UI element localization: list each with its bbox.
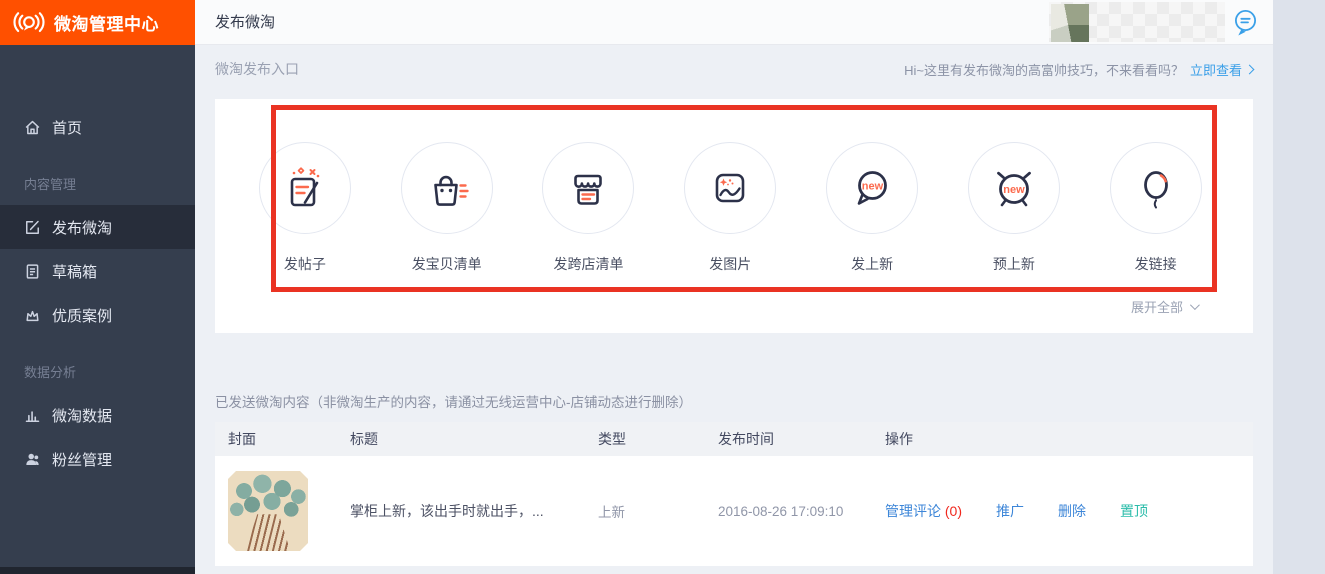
publish-panel-title: 微淘发布入口 bbox=[215, 59, 299, 79]
avatar[interactable] bbox=[1051, 4, 1089, 42]
sent-content-table: 封面 标题 类型 发布时间 操作 掌柜上新，该出手时就出手，... 上新 201… bbox=[215, 422, 1253, 566]
sidebar-item-label: 微淘数据 bbox=[52, 405, 112, 426]
entry-link[interactable]: 发链接 bbox=[1085, 142, 1227, 274]
sent-section-title: 已发送微淘内容（非微淘生产的内容，请通过无线运营中心-店铺动态进行删除） bbox=[215, 391, 1253, 409]
delete-link[interactable]: 删除 bbox=[1058, 501, 1086, 521]
entry-image[interactable]: 发图片 bbox=[659, 142, 801, 274]
entry-label: 发图片 bbox=[709, 254, 751, 274]
image-icon bbox=[684, 142, 776, 234]
page-title: 发布微淘 bbox=[215, 0, 275, 45]
edit-icon bbox=[24, 219, 41, 236]
bar-chart-icon bbox=[24, 407, 41, 424]
sidebar-item-home[interactable]: 首页 bbox=[0, 105, 195, 149]
brand-name: 微淘管理中心 bbox=[54, 10, 159, 35]
entry-cross-shop-list[interactable]: 发跨店清单 bbox=[518, 142, 660, 274]
header-type: 类型 bbox=[598, 429, 718, 449]
pin-top-link[interactable]: 置顶 bbox=[1120, 501, 1148, 521]
row-type: 上新 bbox=[598, 501, 718, 521]
sidebar-item-fans[interactable]: 粉丝管理 bbox=[0, 437, 195, 481]
entry-new-arrival[interactable]: new 发上新 bbox=[801, 142, 943, 274]
header-cover: 封面 bbox=[228, 429, 350, 449]
brand-logo[interactable]: 微淘管理中心 bbox=[0, 0, 195, 45]
entry-label: 发上新 bbox=[851, 254, 893, 274]
manage-comments-link[interactable]: 管理评论 (0) bbox=[885, 501, 962, 521]
publish-tip: Hi~这里有发布微淘的高富帅技巧，不来看看吗？ 立即查看 bbox=[904, 60, 1253, 79]
balloon-icon bbox=[1110, 142, 1202, 234]
row-title: 掌柜上新，该出手时就出手，... bbox=[350, 501, 598, 521]
new-badge-text: new bbox=[1003, 184, 1025, 196]
sidebar-item-label: 优质案例 bbox=[52, 305, 112, 326]
chevron-right-icon bbox=[1245, 65, 1255, 75]
publish-panel-head: 微淘发布入口 Hi~这里有发布微淘的高富帅技巧，不来看看吗？ 立即查看 bbox=[195, 45, 1273, 79]
sidebar: 微淘管理中心 首页 内容管理 发布微淘 bbox=[0, 0, 195, 574]
sidebar-item-label: 粉丝管理 bbox=[52, 449, 112, 470]
sidebar-section-content: 内容管理 bbox=[0, 171, 195, 199]
tip-text: Hi~这里有发布微淘的高富帅技巧，不来看看吗？ bbox=[904, 60, 1184, 79]
expand-all-label: 展开全部 bbox=[1131, 297, 1183, 316]
entry-pre-new[interactable]: new 预上新 bbox=[943, 142, 1085, 274]
entry-post[interactable]: 发帖子 bbox=[234, 142, 376, 274]
row-actions: 管理评论 (0) 推广 删除 置顶 bbox=[885, 501, 1253, 521]
document-icon bbox=[24, 263, 41, 280]
entry-label: 发跨店清单 bbox=[553, 254, 623, 274]
post-icon bbox=[259, 142, 351, 234]
user-icon bbox=[24, 451, 41, 468]
sidebar-item-label: 发布微淘 bbox=[52, 217, 112, 238]
new-badge-text: new bbox=[862, 181, 884, 193]
sidebar-section-analytics: 数据分析 bbox=[0, 359, 195, 387]
manage-comments-label: 管理评论 bbox=[885, 503, 941, 519]
censored-username bbox=[1049, 2, 1225, 42]
broadcast-logo-icon bbox=[13, 10, 45, 36]
header-publish-time: 发布时间 bbox=[718, 429, 885, 449]
entry-item-list[interactable]: 发宝贝清单 bbox=[376, 142, 518, 274]
home-icon bbox=[24, 119, 41, 136]
entry-label: 预上新 bbox=[993, 254, 1035, 274]
bubble-new-icon: new bbox=[826, 142, 918, 234]
sidebar-footer-strip bbox=[0, 567, 195, 574]
sidebar-menu: 首页 内容管理 发布微淘 草稿箱 bbox=[0, 45, 195, 481]
right-edge-strip bbox=[1273, 0, 1325, 574]
publish-entries-row: 发帖子 发宝贝清单 bbox=[234, 142, 1227, 274]
sidebar-item-cases[interactable]: 优质案例 bbox=[0, 293, 195, 337]
topbar: 发布微淘 bbox=[195, 0, 1273, 45]
crown-icon bbox=[24, 307, 41, 324]
expand-all-button[interactable]: 展开全部 bbox=[1131, 297, 1197, 316]
tip-link[interactable]: 立即查看 bbox=[1190, 60, 1242, 79]
feedback-chat-icon[interactable] bbox=[1232, 9, 1259, 37]
sidebar-item-data[interactable]: 微淘数据 bbox=[0, 393, 195, 437]
sidebar-item-label: 首页 bbox=[52, 117, 82, 138]
storefront-icon bbox=[542, 142, 634, 234]
table-row: 掌柜上新，该出手时就出手，... 上新 2016-08-26 17:09:10 … bbox=[215, 456, 1253, 566]
sidebar-item-publish[interactable]: 发布微淘 bbox=[0, 205, 195, 249]
alarm-clock-new-icon: new bbox=[968, 142, 1060, 234]
cover-thumbnail[interactable] bbox=[228, 471, 308, 551]
weitao-admin-page: 微淘管理中心 首页 内容管理 发布微淘 bbox=[0, 0, 1325, 574]
entry-label: 发帖子 bbox=[284, 254, 326, 274]
comments-count: (0) bbox=[945, 503, 962, 519]
promote-link[interactable]: 推广 bbox=[996, 501, 1024, 521]
table-header-row: 封面 标题 类型 发布时间 操作 bbox=[215, 422, 1253, 456]
bag-icon bbox=[401, 142, 493, 234]
entry-label: 发宝贝清单 bbox=[412, 254, 482, 274]
sidebar-item-label: 草稿箱 bbox=[52, 261, 97, 282]
header-actions: 操作 bbox=[885, 429, 1253, 449]
publish-entries-card: 发帖子 发宝贝清单 bbox=[215, 99, 1253, 333]
entry-label: 发链接 bbox=[1135, 254, 1177, 274]
chevron-down-icon bbox=[1190, 300, 1200, 310]
row-publish-time: 2016-08-26 17:09:10 bbox=[718, 504, 885, 519]
header-title: 标题 bbox=[350, 429, 598, 449]
main-content: 微淘发布入口 Hi~这里有发布微淘的高富帅技巧，不来看看吗？ 立即查看 bbox=[195, 45, 1273, 574]
sidebar-item-drafts[interactable]: 草稿箱 bbox=[0, 249, 195, 293]
